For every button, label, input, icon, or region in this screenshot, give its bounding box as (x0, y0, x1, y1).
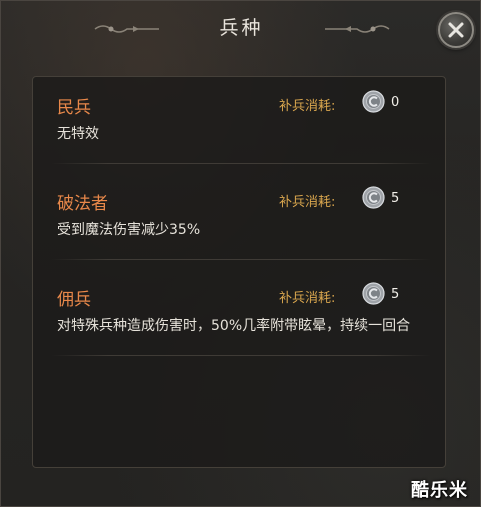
row-divider (51, 355, 431, 356)
cost-label: 补兵消耗: (279, 195, 336, 210)
row-divider (51, 259, 431, 260)
silver-coin-icon (362, 282, 385, 305)
title-bar: 兵种 (1, 1, 481, 59)
unit-type-window: 兵种 民兵 补兵消耗: 0 无特效 破法者 补兵消耗: 5 受到魔法伤害减少35… (0, 0, 481, 507)
close-button[interactable] (438, 12, 474, 48)
silver-coin-icon (362, 186, 385, 209)
title-ornament-right (325, 25, 390, 33)
watermark-logo: 酷乐米 (411, 480, 468, 501)
unit-name: 破法者 (57, 194, 108, 214)
cost-value: 5 (391, 287, 400, 302)
unit-row-mercenary: 佣兵 补兵消耗: 5 对特殊兵种造成伤害时，50%几率附带眩晕，持续一回合 (33, 269, 445, 365)
cost-label: 补兵消耗: (279, 291, 336, 306)
cost-value: 0 (391, 95, 400, 110)
silver-coin-icon (362, 90, 385, 113)
unit-name: 民兵 (57, 98, 91, 118)
unit-description: 对特殊兵种造成伤害时，50%几率附带眩晕，持续一回合 (57, 318, 411, 334)
unit-description: 受到魔法伤害减少35% (57, 222, 201, 238)
unit-list-panel: 民兵 补兵消耗: 0 无特效 破法者 补兵消耗: 5 受到魔法伤害减少35% 佣… (32, 76, 446, 468)
cost-label: 补兵消耗: (279, 99, 336, 114)
unit-name: 佣兵 (57, 290, 91, 310)
unit-row-militia: 民兵 补兵消耗: 0 无特效 (33, 77, 445, 173)
close-icon (448, 22, 464, 38)
row-divider (51, 163, 431, 164)
window-title: 兵种 (219, 17, 264, 39)
unit-description: 无特效 (57, 126, 99, 142)
unit-row-spellbreaker: 破法者 补兵消耗: 5 受到魔法伤害减少35% (33, 173, 445, 269)
cost-value: 5 (391, 191, 400, 206)
